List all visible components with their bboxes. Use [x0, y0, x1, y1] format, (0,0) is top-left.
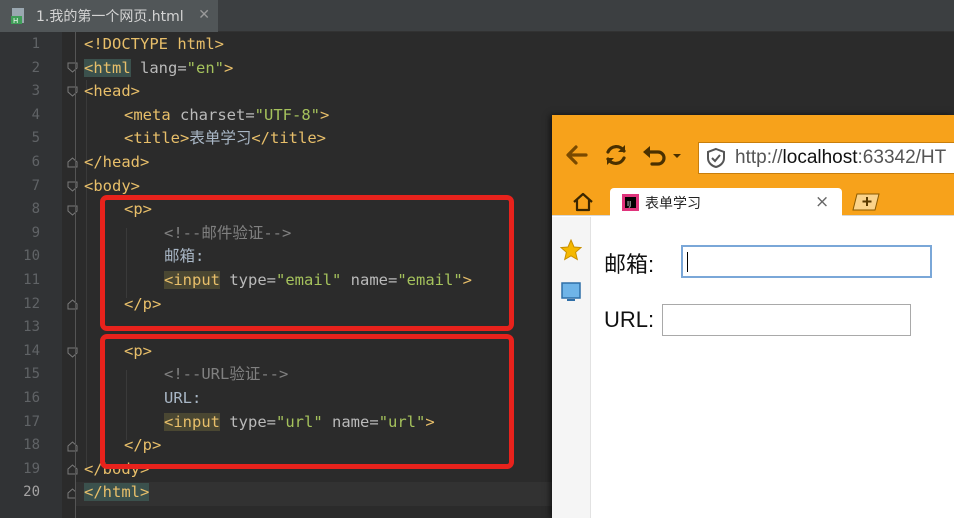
editor-tab-bar: H 1.我的第一个网页.html ✕: [0, 0, 954, 32]
tag-token: </title>: [251, 129, 326, 148]
text-caret: [687, 252, 688, 272]
highlight-box-url: [100, 334, 514, 469]
browser-toolbar: http://localhost:63342/HT: [552, 115, 954, 186]
address-bar[interactable]: http://localhost:63342/HT: [698, 142, 954, 174]
tag-token: <title>: [124, 129, 190, 148]
browser-tab-active[interactable]: IJ 表单学习: [610, 188, 842, 217]
undo-icon[interactable]: [640, 141, 668, 169]
url-label: URL:: [604, 307, 655, 332]
star-icon[interactable]: [559, 238, 583, 261]
attr-token: charset=: [170, 105, 255, 124]
browser-sidebar: [552, 217, 591, 518]
browser-tab-title: 表单学习: [645, 195, 701, 211]
tag-token: <body>: [84, 176, 140, 195]
new-tab-button[interactable]: [850, 192, 883, 212]
page-content: 邮箱: URL:: [592, 217, 954, 518]
svg-text:IJ: IJ: [627, 200, 631, 208]
code-line-20: </html>: [84, 481, 150, 505]
doctype-token: <!DOCTYPE html>: [84, 35, 224, 53]
code-line-4: <meta charset="UTF-8">: [124, 104, 329, 128]
chevron-down-icon[interactable]: [671, 141, 683, 169]
code-line-5: <title>表单学习</title>: [124, 127, 326, 151]
browser-tab-strip: IJ 表单学习: [552, 186, 954, 217]
highlight-box-email: [100, 195, 514, 331]
text-token: 表单学习: [189, 129, 252, 148]
code-line-3: <head>: [84, 80, 140, 104]
url-field[interactable]: [662, 304, 911, 336]
code-line-1: <!DOCTYPE html>: [84, 33, 224, 57]
editor-tab-file[interactable]: H 1.我的第一个网页.html ✕: [0, 0, 218, 32]
code-line-6: </head>: [84, 151, 149, 175]
tag-token: <meta: [124, 105, 171, 124]
tag-token: >: [320, 105, 330, 124]
html-file-icon: H: [10, 7, 28, 25]
tag-token: <html: [84, 58, 131, 77]
code-line-2: <html lang="en">: [84, 57, 233, 81]
address-url: http://localhost:63342/HT: [735, 147, 947, 168]
string-token: "UTF-8": [254, 105, 320, 124]
editor-tab-label: 1.我的第一个网页.html: [36, 9, 184, 25]
reload-icon[interactable]: [602, 141, 630, 169]
tag-token: </html>: [84, 483, 150, 502]
screen-icon[interactable]: [560, 281, 582, 303]
shield-icon: [705, 147, 727, 169]
home-icon[interactable]: [572, 192, 594, 212]
tag-token: <head>: [84, 82, 140, 101]
back-arrow-icon[interactable]: [562, 141, 590, 169]
browser-window: http://localhost:63342/HT IJ 表单学习 × 邮箱: …: [552, 115, 954, 518]
string-token: "en": [186, 58, 224, 77]
tag-token: >: [224, 58, 234, 77]
close-icon[interactable]: ✕: [198, 8, 210, 22]
close-icon[interactable]: ×: [815, 192, 829, 212]
email-label: 邮箱:: [604, 252, 655, 277]
attr-token: lang=: [130, 58, 187, 77]
jetbrains-favicon-icon: IJ: [622, 194, 639, 211]
tag-token: </head>: [84, 153, 150, 171]
svg-text:H: H: [13, 17, 18, 25]
email-field[interactable]: [681, 245, 932, 278]
